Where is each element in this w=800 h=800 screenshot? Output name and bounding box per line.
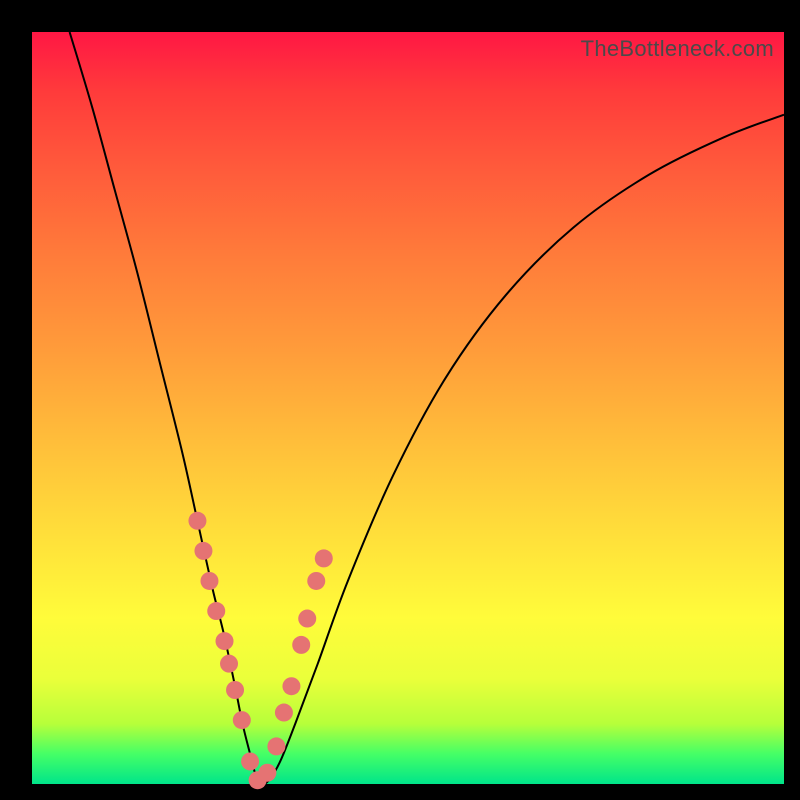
highlight-dot: [307, 572, 325, 590]
highlight-dot: [188, 512, 206, 530]
highlight-dot: [216, 632, 234, 650]
highlight-dot: [298, 610, 316, 628]
highlight-dot: [282, 677, 300, 695]
highlight-dot: [226, 681, 244, 699]
highlight-dot: [220, 655, 238, 673]
highlight-dot: [267, 737, 285, 755]
highlight-dot: [194, 542, 212, 560]
highlight-dot: [241, 752, 259, 770]
highlight-dot: [207, 602, 225, 620]
highlight-dots: [188, 512, 332, 789]
plot-area: TheBottleneck.com: [32, 32, 784, 784]
highlight-dot: [200, 572, 218, 590]
highlight-dot: [315, 549, 333, 567]
curve-layer: [32, 32, 784, 784]
highlight-dot: [258, 764, 276, 782]
highlight-dot: [275, 704, 293, 722]
chart-stage: TheBottleneck.com: [0, 0, 800, 800]
bottleneck-curve: [70, 32, 784, 784]
highlight-dot: [233, 711, 251, 729]
highlight-dot: [292, 636, 310, 654]
